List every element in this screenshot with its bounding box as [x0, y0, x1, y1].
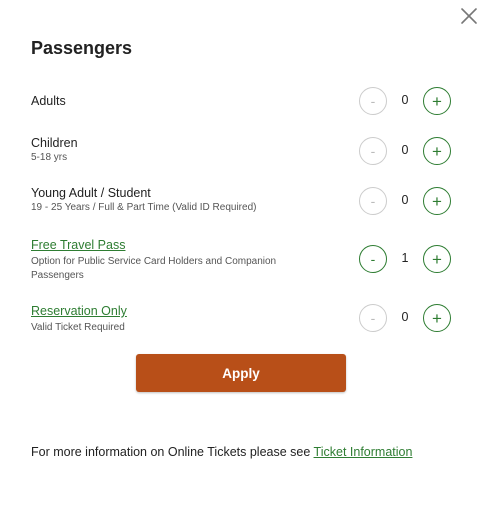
young-adult-stepper: - 0 + — [359, 187, 451, 219]
free-travel-pass-link[interactable]: Free Travel Pass — [31, 237, 331, 253]
dialog-title: Passengers — [31, 38, 133, 58]
free-travel-pass-count: 1 — [401, 251, 409, 265]
children-stepper: - 0 + — [359, 137, 451, 169]
adults-increment-button[interactable]: + — [423, 87, 451, 115]
passenger-label: Adults — [31, 94, 66, 108]
adults-count: 0 — [401, 93, 409, 107]
passenger-row-children: Children 5-18 yrs - 0 + — [31, 135, 453, 169]
passengers-dialog: Passengers Adults - 0 + Children 5-18 yr… — [0, 0, 484, 507]
footer-info: For more information on Online Tickets p… — [31, 445, 412, 459]
passenger-info: Children 5-18 yrs — [31, 135, 331, 165]
passenger-info: Free Travel Pass Option for Public Servi… — [31, 237, 331, 283]
passenger-row-free-travel-pass: Free Travel Pass Option for Public Servi… — [31, 237, 453, 283]
footer-text: For more information on Online Tickets p… — [31, 445, 314, 459]
free-travel-pass-stepper: - 1 + — [359, 245, 451, 277]
reservation-only-increment-button[interactable]: + — [423, 304, 451, 332]
close-button[interactable] — [458, 5, 480, 27]
free-travel-pass-decrement-button[interactable]: - — [359, 245, 387, 273]
apply-button[interactable]: Apply — [136, 354, 346, 392]
adults-stepper: - 0 + — [359, 87, 451, 119]
children-increment-button[interactable]: + — [423, 137, 451, 165]
passenger-row-young-adult: Young Adult / Student 19 - 25 Years / Fu… — [31, 185, 453, 219]
young-adult-count: 0 — [401, 193, 409, 207]
young-adult-increment-button[interactable]: + — [423, 187, 451, 215]
passenger-info: Young Adult / Student 19 - 25 Years / Fu… — [31, 185, 331, 215]
passenger-sublabel: 5-18 yrs — [31, 152, 68, 163]
passenger-sublabel: Option for Public Service Card Holders a… — [31, 256, 277, 281]
adults-decrement-button[interactable]: - — [359, 87, 387, 115]
close-icon — [461, 8, 477, 24]
passenger-info: Adults — [31, 93, 331, 109]
passenger-label: Children — [31, 136, 78, 150]
reservation-only-link[interactable]: Reservation Only — [31, 303, 331, 319]
reservation-only-count: 0 — [401, 310, 409, 324]
passenger-label: Young Adult / Student — [31, 186, 151, 200]
passenger-sublabel: Valid Ticket Required — [31, 322, 125, 333]
passenger-sublabel: 19 - 25 Years / Full & Part Time (Valid … — [31, 202, 257, 213]
children-count: 0 — [401, 143, 409, 157]
ticket-information-link[interactable]: Ticket Information — [314, 445, 413, 459]
young-adult-decrement-button[interactable]: - — [359, 187, 387, 215]
reservation-only-decrement-button[interactable]: - — [359, 304, 387, 332]
reservation-only-stepper: - 0 + — [359, 304, 451, 336]
passenger-info: Reservation Only Valid Ticket Required — [31, 303, 331, 335]
passenger-row-adults: Adults - 0 + — [31, 87, 453, 119]
free-travel-pass-increment-button[interactable]: + — [423, 245, 451, 273]
children-decrement-button[interactable]: - — [359, 137, 387, 165]
passenger-row-reservation-only: Reservation Only Valid Ticket Required -… — [31, 303, 453, 335]
